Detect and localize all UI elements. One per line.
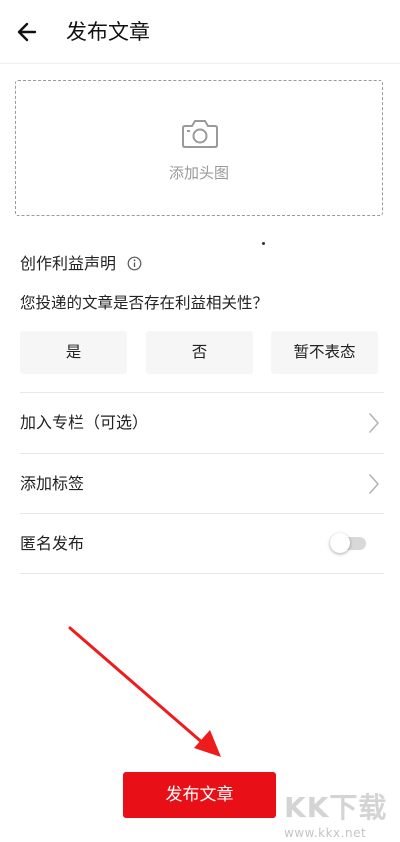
toggle-knob [330, 533, 350, 553]
page-title: 发布文章 [66, 20, 150, 44]
top-bar: 发布文章 [0, 0, 400, 64]
publish-article-button[interactable]: 发布文章 [123, 772, 276, 818]
add-tags-row[interactable]: 添加标签 [20, 454, 384, 514]
chevron-right-icon [369, 413, 379, 433]
option-undeclared[interactable]: 暂不表态 [271, 331, 378, 374]
divider [20, 573, 384, 574]
camera-icon [182, 120, 218, 148]
add-cover-label: 添加头图 [168, 164, 229, 182]
option-yes[interactable]: 是 [20, 331, 127, 374]
info-icon[interactable] [127, 256, 142, 271]
kkx-watermark-url: www.kkx.net [284, 826, 367, 840]
add-cover-image-area[interactable]: 添加头图 [15, 80, 383, 216]
add-to-column-row[interactable]: 加入专栏（可选） [20, 393, 384, 453]
declaration-question: 您投递的文章是否存在利益相关性？ [20, 294, 269, 312]
chevron-right-icon [369, 474, 379, 494]
stray-dot [262, 242, 265, 245]
back-button[interactable] [14, 18, 44, 46]
kkx-watermark-logo: KK下载 [284, 791, 388, 824]
option-no[interactable]: 否 [146, 331, 253, 374]
anonymous-toggle[interactable] [330, 533, 366, 553]
anonymous-publish-row: 匿名发布 [20, 514, 384, 574]
add-to-column-label: 加入专栏（可选） [20, 413, 149, 432]
arrow-left-icon [17, 22, 37, 42]
add-tags-label: 添加标签 [20, 474, 85, 493]
anonymous-publish-label: 匿名发布 [20, 534, 85, 553]
declaration-title: 创作利益声明 [20, 254, 117, 273]
